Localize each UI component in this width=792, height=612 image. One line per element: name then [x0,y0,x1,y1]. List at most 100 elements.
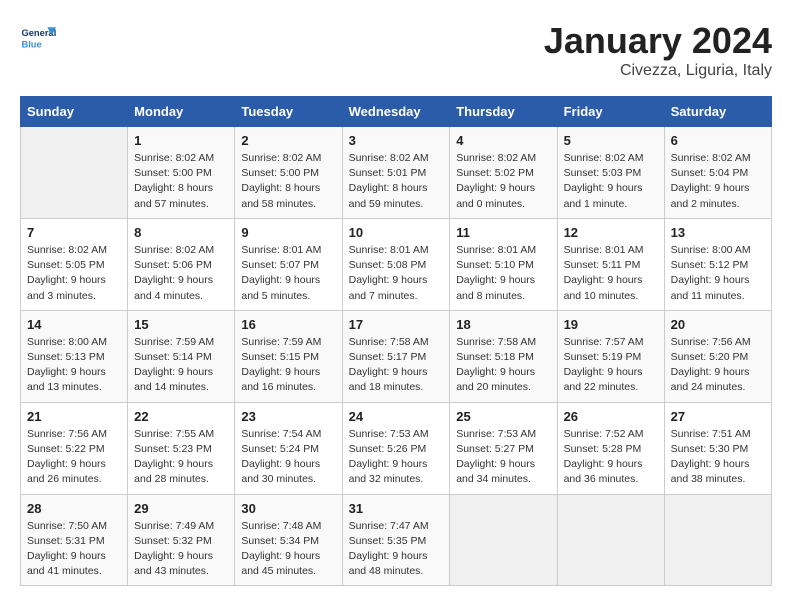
day-info: Sunrise: 7:58 AMSunset: 5:18 PMDaylight:… [456,335,550,396]
day-info: Sunrise: 7:48 AMSunset: 5:34 PMDaylight:… [241,519,335,580]
day-number: 25 [456,409,550,424]
day-number: 7 [27,225,121,240]
day-cell: 14 Sunrise: 8:00 AMSunset: 5:13 PMDayligh… [21,310,128,402]
day-info: Sunrise: 7:47 AMSunset: 5:35 PMDaylight:… [349,519,444,580]
day-number: 16 [241,317,335,332]
header-day-saturday: Saturday [664,97,771,127]
day-cell: 8 Sunrise: 8:02 AMSunset: 5:06 PMDaylight… [128,218,235,310]
day-info: Sunrise: 7:57 AMSunset: 5:19 PMDaylight:… [564,335,658,396]
day-number: 12 [564,225,658,240]
day-cell: 20 Sunrise: 7:56 AMSunset: 5:20 PMDayligh… [664,310,771,402]
day-cell: 9 Sunrise: 8:01 AMSunset: 5:07 PMDaylight… [235,218,342,310]
day-number: 9 [241,225,335,240]
day-cell: 25 Sunrise: 7:53 AMSunset: 5:27 PMDayligh… [450,402,557,494]
day-info: Sunrise: 7:59 AMSunset: 5:14 PMDaylight:… [134,335,228,396]
day-cell: 13 Sunrise: 8:00 AMSunset: 5:12 PMDayligh… [664,218,771,310]
day-number: 4 [456,133,550,148]
day-info: Sunrise: 8:02 AMSunset: 5:01 PMDaylight:… [349,151,444,212]
header-day-monday: Monday [128,97,235,127]
day-number: 30 [241,501,335,516]
day-cell: 17Sunrise: 7:58 AMSunset: 5:17 PMDayligh… [342,310,450,402]
day-info: Sunrise: 7:59 AMSunset: 5:15 PMDaylight:… [241,335,335,396]
day-cell: 22Sunrise: 7:55 AMSunset: 5:23 PMDayligh… [128,402,235,494]
day-number: 14 [27,317,121,332]
day-number: 2 [241,133,335,148]
week-row-1: 1 Sunrise: 8:02 AMSunset: 5:00 PMDaylight… [21,127,772,219]
day-number: 28 [27,501,121,516]
day-cell: 19Sunrise: 7:57 AMSunset: 5:19 PMDayligh… [557,310,664,402]
day-cell: 26 Sunrise: 7:52 AMSunset: 5:28 PMDayligh… [557,402,664,494]
header-day-tuesday: Tuesday [235,97,342,127]
day-number: 20 [671,317,765,332]
day-info: Sunrise: 8:02 AMSunset: 5:05 PMDaylight:… [27,243,121,304]
header-day-wednesday: Wednesday [342,97,450,127]
day-number: 23 [241,409,335,424]
day-info: Sunrise: 7:56 AMSunset: 5:20 PMDaylight:… [671,335,765,396]
day-cell: 10Sunrise: 8:01 AMSunset: 5:08 PMDayligh… [342,218,450,310]
header-day-thursday: Thursday [450,97,557,127]
day-info: Sunrise: 7:52 AMSunset: 5:28 PMDaylight:… [564,427,658,488]
day-info: Sunrise: 8:02 AMSunset: 5:02 PMDaylight:… [456,151,550,212]
day-cell [450,494,557,586]
svg-text:Blue: Blue [21,39,41,49]
day-cell: 12 Sunrise: 8:01 AMSunset: 5:11 PMDayligh… [557,218,664,310]
day-info: Sunrise: 8:02 AMSunset: 5:06 PMDaylight:… [134,243,228,304]
day-cell: 18 Sunrise: 7:58 AMSunset: 5:18 PMDayligh… [450,310,557,402]
day-cell: 29 Sunrise: 7:49 AMSunset: 5:32 PMDayligh… [128,494,235,586]
calendar-body: 1 Sunrise: 8:02 AMSunset: 5:00 PMDaylight… [21,127,772,586]
week-row-2: 7 Sunrise: 8:02 AMSunset: 5:05 PMDaylight… [21,218,772,310]
day-number: 1 [134,133,228,148]
day-cell: 11 Sunrise: 8:01 AMSunset: 5:10 PMDayligh… [450,218,557,310]
day-number: 10 [349,225,444,240]
day-cell: 7 Sunrise: 8:02 AMSunset: 5:05 PMDaylight… [21,218,128,310]
day-info: Sunrise: 7:51 AMSunset: 5:30 PMDaylight:… [671,427,765,488]
day-cell: 28 Sunrise: 7:50 AMSunset: 5:31 PMDayligh… [21,494,128,586]
day-number: 13 [671,225,765,240]
day-cell [21,127,128,219]
day-cell: 21Sunrise: 7:56 AMSunset: 5:22 PMDayligh… [21,402,128,494]
calendar-header: SundayMondayTuesdayWednesdayThursdayFrid… [21,97,772,127]
logo-icon: General Blue [20,20,56,56]
week-row-3: 14 Sunrise: 8:00 AMSunset: 5:13 PMDayligh… [21,310,772,402]
logo: General Blue [20,20,56,56]
day-info: Sunrise: 8:01 AMSunset: 5:11 PMDaylight:… [564,243,658,304]
page-title: January 2024 [544,20,772,62]
calendar-table: SundayMondayTuesdayWednesdayThursdayFrid… [20,96,772,586]
day-number: 21 [27,409,121,424]
page-subtitle: Civezza, Liguria, Italy [544,62,772,80]
title-section: January 2024 Civezza, Liguria, Italy [544,20,772,80]
day-info: Sunrise: 8:00 AMSunset: 5:12 PMDaylight:… [671,243,765,304]
day-cell: 15Sunrise: 7:59 AMSunset: 5:14 PMDayligh… [128,310,235,402]
day-info: Sunrise: 7:54 AMSunset: 5:24 PMDaylight:… [241,427,335,488]
day-info: Sunrise: 7:49 AMSunset: 5:32 PMDaylight:… [134,519,228,580]
day-info: Sunrise: 8:01 AMSunset: 5:10 PMDaylight:… [456,243,550,304]
day-info: Sunrise: 8:02 AMSunset: 5:04 PMDaylight:… [671,151,765,212]
header-day-friday: Friday [557,97,664,127]
day-number: 6 [671,133,765,148]
day-info: Sunrise: 7:50 AMSunset: 5:31 PMDaylight:… [27,519,121,580]
header-row: SundayMondayTuesdayWednesdayThursdayFrid… [21,97,772,127]
day-info: Sunrise: 7:55 AMSunset: 5:23 PMDaylight:… [134,427,228,488]
day-info: Sunrise: 8:00 AMSunset: 5:13 PMDaylight:… [27,335,121,396]
day-cell: 16 Sunrise: 7:59 AMSunset: 5:15 PMDayligh… [235,310,342,402]
day-number: 29 [134,501,228,516]
day-number: 8 [134,225,228,240]
day-info: Sunrise: 7:58 AMSunset: 5:17 PMDaylight:… [349,335,444,396]
day-cell [664,494,771,586]
day-cell: 24Sunrise: 7:53 AMSunset: 5:26 PMDayligh… [342,402,450,494]
day-info: Sunrise: 8:01 AMSunset: 5:07 PMDaylight:… [241,243,335,304]
day-cell [557,494,664,586]
day-number: 11 [456,225,550,240]
day-cell: 30 Sunrise: 7:48 AMSunset: 5:34 PMDayligh… [235,494,342,586]
day-number: 18 [456,317,550,332]
header-day-sunday: Sunday [21,97,128,127]
day-info: Sunrise: 8:02 AMSunset: 5:00 PMDaylight:… [241,151,335,212]
day-info: Sunrise: 8:02 AMSunset: 5:03 PMDaylight:… [564,151,658,212]
day-cell: 1 Sunrise: 8:02 AMSunset: 5:00 PMDaylight… [128,127,235,219]
day-number: 3 [349,133,444,148]
day-number: 24 [349,409,444,424]
day-number: 26 [564,409,658,424]
day-info: Sunrise: 7:53 AMSunset: 5:27 PMDaylight:… [456,427,550,488]
day-cell: 31Sunrise: 7:47 AMSunset: 5:35 PMDayligh… [342,494,450,586]
day-info: Sunrise: 8:02 AMSunset: 5:00 PMDaylight:… [134,151,228,212]
